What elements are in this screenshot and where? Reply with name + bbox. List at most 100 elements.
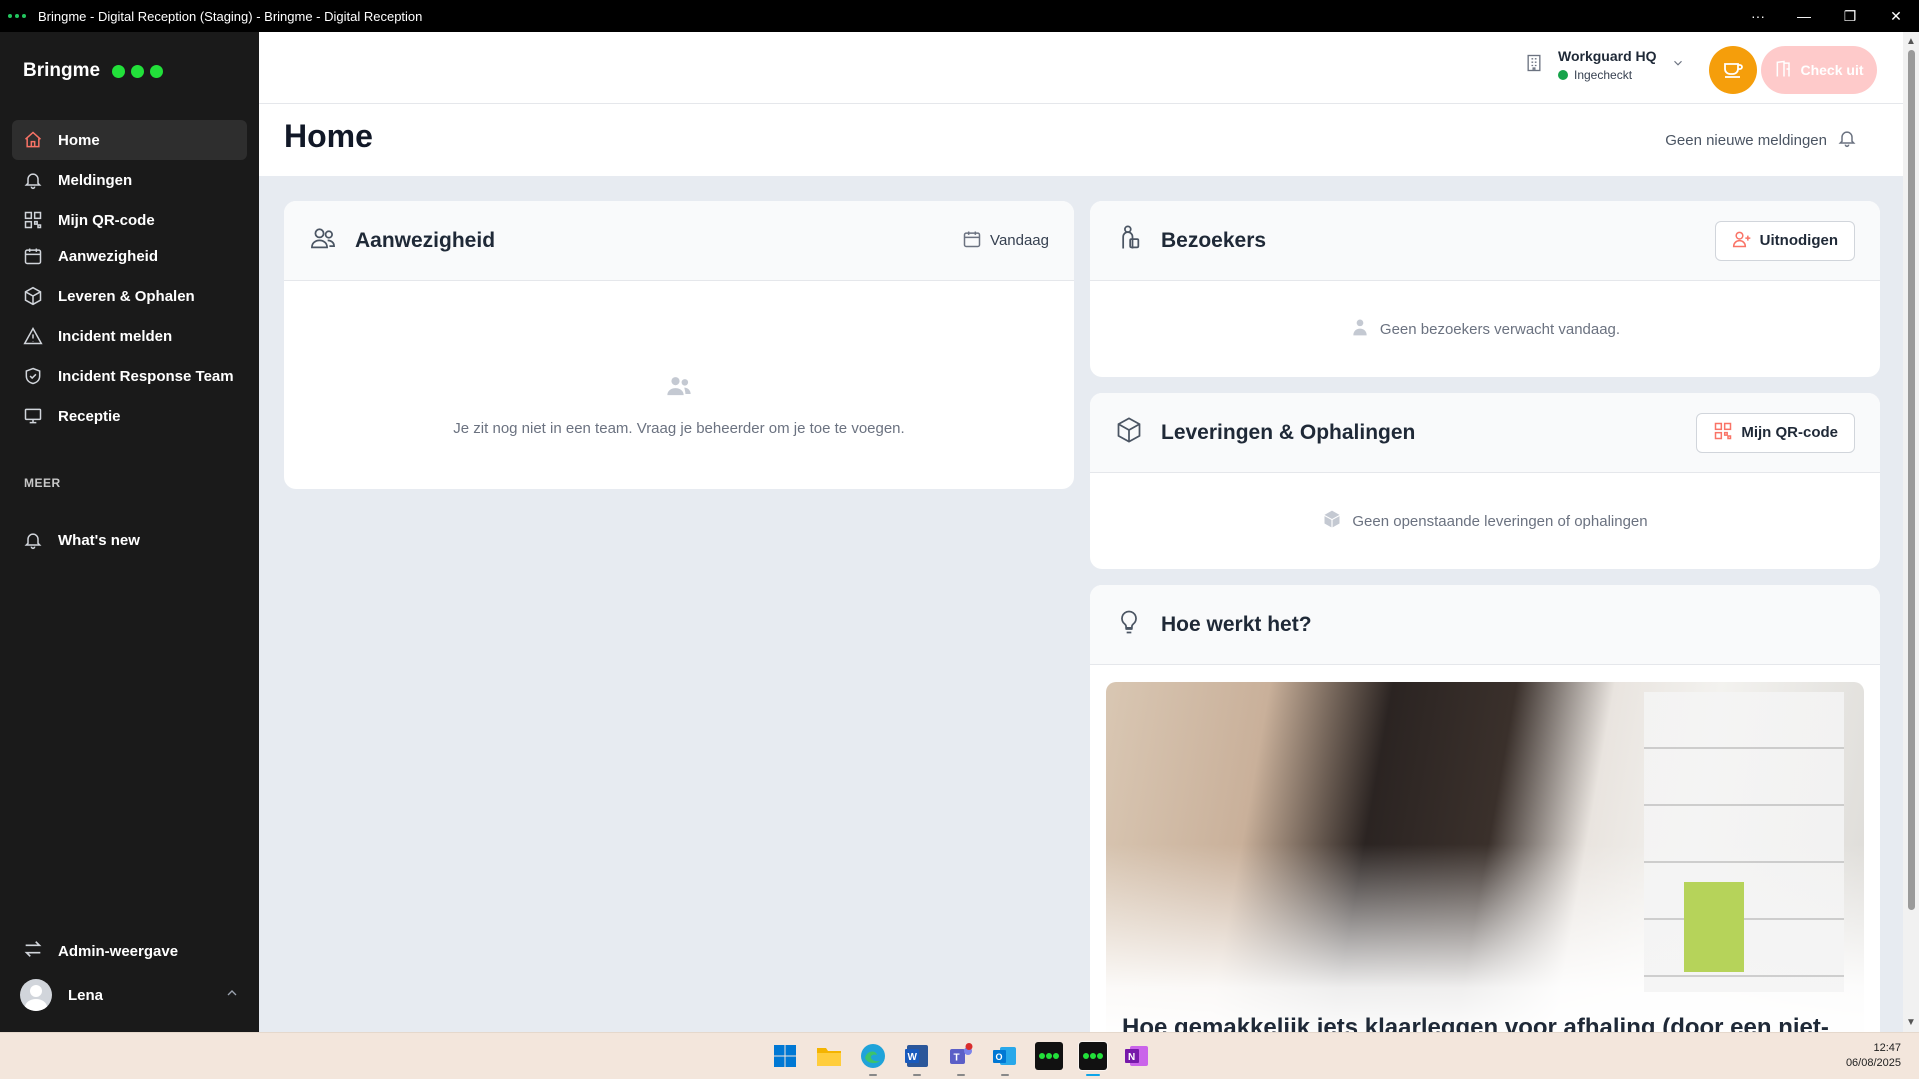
chevron-down-icon [1671, 56, 1685, 75]
users-icon [309, 224, 337, 257]
svg-text:W: W [908, 1052, 918, 1063]
restore-button[interactable]: ❐ [1827, 0, 1873, 32]
break-button[interactable] [1709, 46, 1757, 94]
brand-dots-icon [112, 64, 164, 78]
deliveries-empty-state: Geen openstaande leveringen of ophalinge… [1090, 473, 1880, 569]
window-title: Bringme - Digital Reception (Staging) - … [38, 8, 423, 24]
sidebar-item-qr-code[interactable]: Mijn QR-code [12, 200, 247, 240]
visitors-card: Bezoekers Uitnodigen Geen bezoekers verw… [1090, 201, 1880, 377]
sidebar-item-label: What's new [58, 531, 140, 549]
vertical-scrollbar[interactable]: ▲ ▼ [1903, 32, 1919, 1032]
checkin-status: Ingecheckt [1558, 68, 1657, 82]
brand-logo[interactable]: Bringme [23, 60, 164, 82]
bell-icon [1837, 128, 1857, 152]
running-indicator [913, 1074, 921, 1076]
scroll-down-icon[interactable]: ▼ [1906, 1017, 1916, 1028]
location-selector[interactable]: Workguard HQ Ingecheckt [1524, 48, 1685, 82]
section-label-meer: MEER [24, 476, 61, 490]
running-indicator [869, 1074, 877, 1076]
outlook-icon[interactable]: O [990, 1041, 1020, 1076]
sidebar-item-label: Aanwezigheid [58, 247, 159, 265]
invite-button[interactable]: Uitnodigen [1714, 220, 1855, 261]
sidebar-item-aanwezigheid[interactable]: Aanwezigheid [12, 236, 247, 276]
checkout-button[interactable]: Check uit [1761, 46, 1877, 94]
secondary-nav: Aanwezigheid Leveren & Ophalen Incident … [12, 236, 247, 436]
running-indicator [1001, 1074, 1009, 1076]
sidebar-item-label: Meldingen [58, 171, 133, 189]
close-button[interactable]: ✕ [1873, 0, 1919, 32]
top-bar: Workguard HQ Ingecheckt Check uit [259, 32, 1903, 104]
page-header: Home Geen nieuwe meldingen [259, 104, 1903, 176]
running-indicator [1086, 1074, 1100, 1076]
qr-icon [22, 209, 44, 231]
add-user-icon [1732, 229, 1752, 253]
scroll-up-icon[interactable]: ▲ [1906, 36, 1916, 47]
sidebar-item-incident-melden[interactable]: Incident melden [12, 316, 247, 356]
attendance-title: Aanwezigheid [355, 228, 496, 252]
bringme-app-icon[interactable] [1034, 1041, 1064, 1071]
svg-text:O: O [996, 1052, 1003, 1062]
attendance-card: Aanwezigheid Vandaag Je zit nog niet in … [284, 201, 1074, 489]
shield-icon [22, 365, 44, 387]
box-icon [22, 285, 44, 307]
admin-view-button[interactable]: Admin-weergave [22, 938, 178, 964]
my-qr-code-button[interactable]: Mijn QR-code [1696, 412, 1855, 453]
windows-start-icon[interactable] [770, 1041, 800, 1071]
article-card[interactable]: Hoe gemakkelijk iets klaarleggen voor af… [1106, 682, 1864, 1032]
os-taskbar: W T O N 12:47 06/08/2025 [0, 1032, 1919, 1079]
calendar-icon [962, 229, 982, 253]
how-it-works-card: Hoe werkt het? Hoe gemakkelijk iets klaa… [1090, 585, 1880, 1032]
deliveries-title: Leveringen & Ophalingen [1161, 420, 1416, 444]
sidebar-item-whats-new[interactable]: What's new [12, 520, 247, 560]
edge-browser-icon[interactable] [858, 1041, 888, 1076]
sidebar-item-home[interactable]: Home [12, 120, 247, 160]
notifications-status[interactable]: Geen nieuwe meldingen [1665, 128, 1857, 152]
onenote-icon[interactable]: N [1122, 1041, 1152, 1071]
svg-text:N: N [1128, 1052, 1135, 1063]
more-options-button[interactable]: ··· [1735, 0, 1781, 32]
visitors-empty-message: Geen bezoekers verwacht vandaag. [1379, 320, 1621, 338]
location-name: Workguard HQ [1558, 48, 1657, 64]
sidebar-item-label: Incident melden [58, 327, 173, 345]
desk-icon [22, 405, 44, 427]
sidebar-item-label: Receptie [58, 407, 121, 425]
system-clock[interactable]: 12:47 06/08/2025 [1846, 1041, 1901, 1071]
sidebar-item-label: Home [58, 131, 100, 149]
file-explorer-icon[interactable] [814, 1041, 844, 1071]
user-menu[interactable]: Lena [20, 979, 240, 1011]
bell-icon [22, 169, 44, 191]
date-filter-button[interactable]: Vandaag [962, 229, 1049, 253]
minimize-button[interactable]: — [1781, 0, 1827, 32]
qr-icon [1713, 421, 1733, 445]
sidebar-item-label: Leveren & Ophalen [58, 287, 195, 305]
sidebar-item-leveren-ophalen[interactable]: Leveren & Ophalen [12, 276, 247, 316]
bell-icon [22, 529, 44, 551]
visitors-title: Bezoekers [1161, 228, 1267, 252]
deliveries-card: Leveringen & Ophalingen Mijn QR-code Gee… [1090, 393, 1880, 569]
admin-view-label: Admin-weergave [58, 942, 179, 960]
person-icon [1350, 317, 1370, 341]
bringme-staging-app-icon[interactable] [1078, 1041, 1108, 1076]
window-titlebar: Bringme - Digital Reception (Staging) - … [0, 0, 1919, 32]
swap-arrows-icon [22, 938, 44, 964]
deliveries-empty-message: Geen openstaande leveringen of ophalinge… [1352, 512, 1648, 530]
avatar [20, 979, 52, 1011]
main-nav: Home Meldingen Mijn QR-code [12, 120, 247, 240]
warning-icon [22, 325, 44, 347]
coffee-icon [1721, 56, 1745, 85]
page-title: Home [284, 118, 373, 154]
word-icon[interactable]: W [902, 1041, 932, 1076]
scrollbar-thumb[interactable] [1908, 50, 1915, 910]
teams-icon[interactable]: T [946, 1041, 976, 1076]
lightbulb-icon [1115, 608, 1143, 641]
sidebar-item-label: Incident Response Team [58, 367, 234, 385]
package-icon [1322, 509, 1342, 533]
brand-name: Bringme [23, 60, 101, 81]
user-name: Lena [68, 986, 104, 1004]
sidebar-item-incident-response-team[interactable]: Incident Response Team [12, 356, 247, 396]
my-qr-code-label: Mijn QR-code [1741, 424, 1838, 441]
sidebar-item-receptie[interactable]: Receptie [12, 396, 247, 436]
sidebar-item-meldingen[interactable]: Meldingen [12, 160, 247, 200]
clock-time: 12:47 [1873, 1042, 1901, 1054]
how-it-works-header: Hoe werkt het? [1090, 585, 1880, 665]
